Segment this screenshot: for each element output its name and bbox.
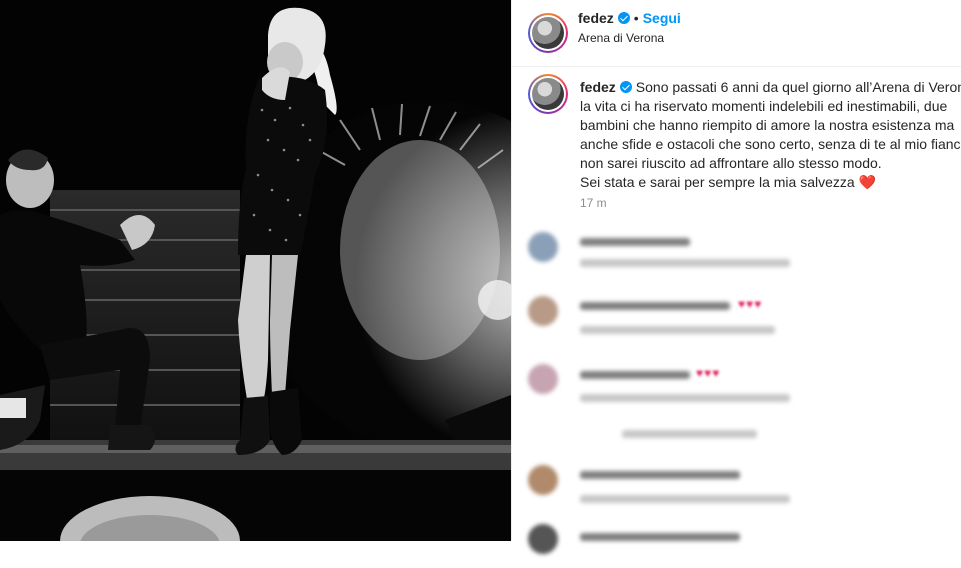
comment-avatar[interactable] — [528, 232, 558, 262]
comment-item — [528, 524, 958, 568]
header-name-row: fedez • Segui — [578, 10, 681, 28]
avatar-photo — [532, 17, 564, 49]
comment-meta-blurred — [580, 259, 790, 267]
caption-username[interactable]: fedez — [580, 79, 616, 95]
caption-line-6: Sei stata e sarai per sempre la mia salv… — [580, 173, 961, 192]
view-replies-blurred[interactable] — [622, 430, 757, 438]
comment-avatar[interactable] — [528, 296, 558, 326]
avatar-photo — [532, 78, 564, 110]
comment-item: ♥♥♥ — [528, 364, 958, 408]
comment-hearts-blurred: ♥♥♥ — [738, 297, 763, 311]
caption-text-line-2: la vita ci ha riservato momenti indelebi… — [580, 98, 948, 114]
caption-text-line-1: Sono passati 6 anni da quel giorno all’A… — [635, 79, 961, 95]
comment-avatar[interactable] — [528, 465, 558, 495]
verified-badge-icon — [619, 81, 632, 93]
comment-item — [528, 232, 958, 276]
comment-author-blurred[interactable] — [580, 533, 740, 541]
post-timestamp: 17 m — [580, 196, 607, 210]
author-avatar[interactable] — [528, 13, 568, 53]
comment-item — [528, 465, 958, 509]
comment-avatar[interactable] — [528, 364, 558, 394]
post-caption: fedez Sono passati 6 anni da quel giorno … — [580, 78, 961, 192]
comment-hearts-blurred: ♥♥♥ — [696, 366, 721, 380]
comment-avatar[interactable] — [528, 524, 558, 554]
verified-badge-icon — [617, 12, 630, 24]
comment-author-blurred[interactable] — [580, 302, 730, 310]
comment-meta-blurred — [580, 326, 775, 334]
comment-author-blurred[interactable] — [580, 371, 690, 379]
caption-text-line-5: non sarei riuscito ad affrontare allo st… — [580, 155, 882, 171]
follow-button[interactable]: Segui — [643, 10, 681, 26]
comment-author-blurred[interactable] — [580, 471, 740, 479]
caption-text-line-4: anche sfide e ostacoli che sono certo, s… — [580, 136, 961, 152]
post-side-panel: fedez • Segui Arena di Verona fedez Sono pa… — [511, 0, 961, 554]
caption-line: fedez Sono passati 6 anni da quel giorno … — [580, 78, 961, 97]
post-photo — [0, 0, 511, 541]
post-header: fedez • Segui Arena di Verona — [512, 0, 961, 67]
separator-dot: • — [633, 10, 639, 26]
post-location[interactable]: Arena di Verona — [578, 31, 664, 45]
comment-author-blurred[interactable] — [580, 238, 690, 246]
author-username[interactable]: fedez — [578, 10, 614, 26]
red-heart-emoji: ❤️ — [858, 174, 877, 190]
comment-meta-blurred — [580, 495, 790, 503]
caption-text-line-3: bambini che hanno riempito di amore la n… — [580, 117, 955, 133]
comment-item: ♥♥♥ — [528, 296, 958, 340]
caption-text-line-6: Sei stata e sarai per sempre la mia salv… — [580, 174, 855, 190]
comment-meta-blurred — [580, 394, 790, 402]
caption-author-avatar[interactable] — [528, 74, 568, 114]
photo-illustration — [0, 0, 511, 541]
